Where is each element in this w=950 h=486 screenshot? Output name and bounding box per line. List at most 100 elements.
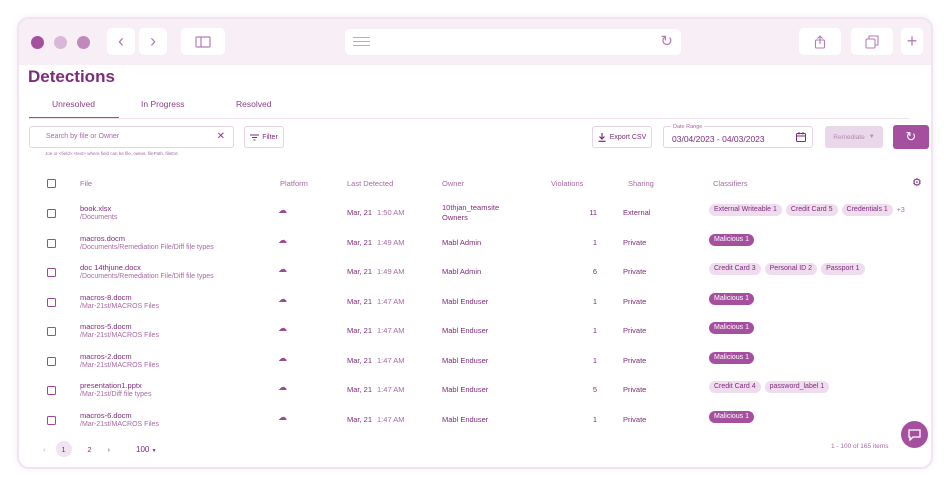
classifier-chip[interactable]: Malicious 1 [709,410,755,423]
last-detected: Mar, 21 1:49 AM [347,267,405,276]
more-classifiers[interactable]: +3 [897,207,905,214]
sidebar-icon [195,35,211,48]
file-path: /Mar-21st/Diff file types [80,391,152,398]
file-name[interactable]: macros-2.docm [80,352,132,361]
detected-time: 1:47 AM [377,296,405,306]
classifier-chip[interactable]: Malicious 1 [709,322,755,334]
row-checkbox[interactable] [47,238,56,248]
classifier-chip[interactable]: Personal ID 2 [764,263,818,275]
classifier-chip[interactable]: Credit Card 5 [785,204,838,216]
file-path: /Documents/Remediation File/Diff file ty… [80,243,214,251]
classifier-chip[interactable]: Credit Card 4 [709,381,761,393]
window-maximize-dot[interactable] [77,36,90,49]
classifier-chip[interactable]: Credit Card 3 [709,263,761,275]
header-last-detected[interactable]: Last Detected [347,179,393,188]
filter-button[interactable]: Filter [244,126,284,148]
gear-icon[interactable]: ⚙ [912,176,922,189]
row-checkbox[interactable] [47,386,56,395]
cloud-icon: ☁ [278,205,287,215]
file-name[interactable]: macros-6.docm [80,411,132,420]
file-path: /Mar-21st/MACROS Files [80,332,159,339]
window-minimize-dot[interactable] [54,36,67,49]
row-checkbox[interactable] [47,415,56,425]
owner: Mabl Admin [442,237,482,247]
table-row[interactable]: macros-2.docm/Mar-21st/MACROS Files ☁ Mar,… [19,347,931,376]
last-detected: Mar, 21 1:47 AM [347,385,405,394]
classifier-chip[interactable]: Malicious 1 [709,292,755,305]
detected-time: 1:47 AM [377,326,405,335]
table-row[interactable]: book.xlsx/Documents ☁ Mar, 21 1:50 AM 10thja… [19,199,931,228]
sidebar-toggle-button[interactable] [181,28,225,55]
header-violations[interactable]: Violations [551,179,583,188]
classifier-chip[interactable]: Malicious 1 [709,351,755,364]
table-row[interactable]: presentation1.pptx/Mar-21st/Diff file ty… [19,376,931,405]
window-close-dot[interactable] [31,36,44,49]
table-row[interactable]: macros-8.docm/Mar-21st/MACROS Files ☁ Mar,… [19,288,931,317]
cloud-icon: ☁ [278,382,287,392]
detected-date: Mar, 21 [347,237,373,247]
new-tab-button[interactable]: + [901,28,923,55]
page-1-button[interactable]: 1 [55,441,72,457]
classifier-chip[interactable]: Passport 1 [821,263,865,275]
classifier-chip[interactable]: password_label 1 [764,381,830,393]
export-csv-button[interactable]: Export CSV [592,126,652,148]
refresh-button[interactable]: ↻ [893,125,929,149]
row-checkbox[interactable] [47,327,56,336]
header-sharing[interactable]: Sharing [628,179,654,188]
detected-date: Mar, 21 [347,267,373,276]
tabs-button[interactable] [851,28,893,55]
row-checkbox[interactable] [47,209,56,218]
select-all-checkbox[interactable] [47,179,56,188]
detected-time: 1:49 AM [377,237,405,247]
table-row[interactable]: macros-5.docm/Mar-21st/MACROS Files ☁ Mar,… [19,317,931,346]
classifiers: Malicious 1 [709,410,755,423]
chevron-left-icon[interactable]: ‹ [43,445,46,454]
refresh-icon: ↻ [905,129,917,144]
file-name[interactable]: macros-8.docm [80,293,132,302]
browser-window: ‹ › ↻ + Detections Unresolved In Progres… [17,17,933,469]
header-file[interactable]: File [80,179,92,188]
table-row[interactable]: macros.docm/Documents/Remediation File/D… [19,229,931,258]
file-name[interactable]: presentation1.pptx [80,381,142,390]
file-name[interactable]: macros.docm [80,234,125,243]
file-name[interactable]: macros-5.docm [80,322,132,331]
table-row[interactable]: macros-6.docm/Mar-21st/MACROS Files ☁ Mar,… [19,406,931,435]
tab-resolved[interactable]: Resolved [236,99,271,109]
classifier-chip[interactable]: External Writeable 1 [709,204,782,216]
classifier-chip[interactable]: Credentials 1 [841,204,893,216]
chevron-right-icon[interactable]: › [108,445,111,454]
header-platform[interactable]: Platform [280,179,308,188]
tab-in-progress[interactable]: In Progress [141,99,184,109]
header-classifiers[interactable]: Classifiers [713,179,748,188]
reload-icon[interactable]: ↻ [660,32,673,50]
row-checkbox[interactable] [47,268,56,277]
calendar-icon[interactable] [796,132,806,145]
cloud-icon: ☁ [278,323,287,333]
item-count: 1 - 100 of 165 items [831,443,889,450]
file-name[interactable]: doc 14thjune.docx [80,263,141,272]
tab-unresolved[interactable]: Unresolved [52,99,95,109]
header-owner[interactable]: Owner [442,179,464,188]
last-detected: Mar, 21 1:47 AM [347,326,405,335]
back-button[interactable]: ‹ [107,28,135,55]
search-input[interactable]: Search by file or Owner ✕ [29,126,234,148]
remediate-button[interactable]: Remediate ▼ [825,126,883,148]
classifier-chip[interactable]: Malicious 1 [709,233,755,246]
row-checkbox[interactable] [47,356,56,366]
per-page-select[interactable]: 100 ▼ [136,445,157,454]
sharing-status: Private [623,385,647,394]
table-row[interactable]: doc 14thjune.docx/Documents/Remediation … [19,258,931,287]
file-path: /Documents [80,214,118,221]
address-bar[interactable]: ↻ [345,29,681,55]
chat-button[interactable] [901,421,928,448]
cloud-icon: ☁ [278,293,287,304]
violations-count: 1 [592,355,597,365]
owner-name: 10thjan_teamsite [442,203,500,212]
forward-button[interactable]: › [139,28,167,55]
row-checkbox[interactable] [47,297,56,307]
violations-count: 11 [589,208,597,217]
close-icon[interactable]: ✕ [217,131,225,142]
page-2-button[interactable]: 2 [82,441,98,457]
file-name[interactable]: book.xlsx [80,204,111,213]
share-button[interactable] [799,28,841,55]
